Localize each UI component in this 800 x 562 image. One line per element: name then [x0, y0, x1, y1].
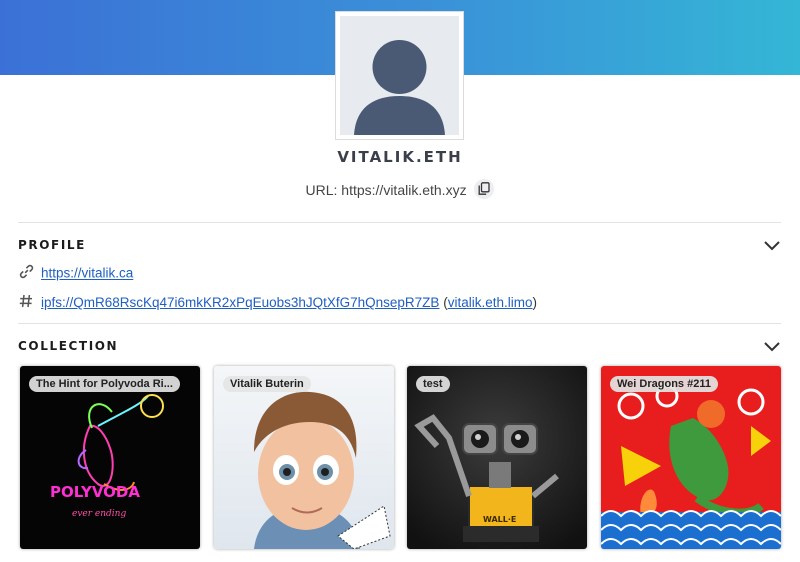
chevron-down-icon[interactable]	[763, 340, 781, 352]
svg-text:ever ending: ever ending	[72, 509, 126, 519]
divider	[18, 222, 781, 223]
default-avatar-icon	[340, 16, 459, 135]
svg-text:WALL·E: WALL·E	[483, 515, 516, 524]
nft-card[interactable]: Vitalik Buterin	[214, 366, 394, 549]
profile-url-row: URL: https://vitalik.eth.xyz	[0, 179, 800, 200]
nft-image-robot: WALL·E	[407, 366, 587, 549]
nft-image-polyvoda: POLYVODA ever ending	[20, 366, 200, 549]
svg-text:POLYVODA: POLYVODA	[50, 483, 140, 501]
profile-section-title: PROFILE	[18, 238, 86, 252]
ipfs-link-row: ipfs://QmR68RscKq47i6mkKR2xPqEuobs3hJQtX…	[18, 294, 537, 311]
ipfs-gateway-link[interactable]: vitalik.eth.limo	[448, 295, 533, 310]
website-link-row: https://vitalik.ca	[18, 264, 133, 282]
copy-url-button[interactable]	[474, 179, 495, 199]
nft-image-dragon	[601, 366, 781, 549]
nft-title: Wei Dragons #211	[610, 376, 718, 392]
nft-card[interactable]: Wei Dragons #211	[601, 366, 781, 549]
divider	[18, 323, 781, 324]
website-link[interactable]: https://vitalik.ca	[41, 266, 133, 281]
ipfs-link[interactable]: ipfs://QmR68RscKq47i6mkKR2xPqEuobs3hJQtX…	[41, 295, 439, 310]
profile-name: VITALIK.ETH	[337, 148, 463, 166]
nft-image-portrait	[214, 366, 394, 549]
avatar	[335, 11, 464, 140]
nft-card[interactable]: POLYVODA ever ending The Hint for Polyvo…	[20, 366, 200, 549]
nft-title: The Hint for Polyvoda Ri...	[29, 376, 180, 392]
nft-card[interactable]: WALL·E test	[407, 366, 587, 549]
link-icon	[18, 264, 34, 282]
copy-icon	[479, 182, 491, 195]
nft-title: Vitalik Buterin	[223, 376, 311, 392]
chevron-down-icon[interactable]	[763, 239, 781, 251]
profile-url: URL: https://vitalik.eth.xyz	[305, 182, 467, 198]
hash-icon	[18, 294, 34, 311]
collection-section-title: COLLECTION	[18, 339, 119, 353]
nft-title: test	[416, 376, 450, 392]
